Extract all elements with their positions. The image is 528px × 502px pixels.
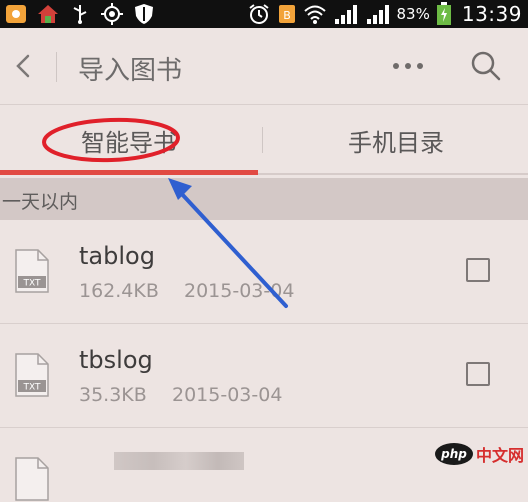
- clock: 13:39: [461, 2, 522, 26]
- file-checkbox[interactable]: [466, 362, 490, 386]
- file-name: tbslog: [79, 346, 153, 374]
- txt-file-icon: TXT: [15, 353, 49, 397]
- page-title: 导入图书: [78, 56, 183, 86]
- file-checkbox[interactable]: [466, 258, 490, 282]
- status-bar: B 83% 13:39: [0, 0, 528, 28]
- more-options-icon[interactable]: [388, 54, 428, 78]
- txt-file-icon: TXT: [15, 249, 49, 293]
- signal-icon: [334, 5, 357, 24]
- watermark-logo: php: [434, 443, 473, 465]
- shield-icon: [135, 4, 153, 24]
- file-date: 2015-03-04: [172, 384, 283, 406]
- section-label: 一天以内: [2, 191, 79, 213]
- watermark-logo-text: php: [441, 447, 467, 461]
- alarm-icon: [248, 4, 269, 24]
- tab-phone-directory-label: 手机目录: [348, 128, 444, 157]
- battery-percent: 83%: [396, 5, 430, 23]
- home-icon: [38, 5, 58, 23]
- tab-smart-import-label: 智能导书: [81, 128, 177, 157]
- tab-bar: 智能导书 手机目录: [0, 105, 528, 175]
- usb-icon: [73, 5, 87, 24]
- svg-text:B: B: [283, 9, 291, 22]
- app-icon: [6, 5, 26, 23]
- list-item[interactable]: TXT tablog 162.4KB 2015-03-04: [0, 220, 528, 324]
- search-icon[interactable]: [466, 46, 506, 86]
- section-header: 一天以内: [0, 178, 528, 220]
- back-arrow-icon[interactable]: [6, 48, 42, 84]
- active-tab-indicator: [0, 170, 258, 175]
- wifi-icon: [303, 5, 326, 24]
- doc-icon: B: [278, 5, 295, 23]
- tab-smart-import[interactable]: 智能导书: [0, 105, 258, 175]
- file-type-label: TXT: [22, 279, 41, 289]
- file-date: 2015-03-04: [184, 280, 295, 302]
- list-item[interactable]: TXT tbslog 35.3KB 2015-03-04: [0, 324, 528, 428]
- tab-phone-directory[interactable]: 手机目录: [264, 105, 528, 175]
- gps-icon: [101, 3, 123, 25]
- file-size: 162.4KB: [79, 280, 159, 302]
- signal-icon-2: [366, 5, 389, 24]
- file-type-label: TXT: [22, 383, 41, 393]
- file-name: tablog: [79, 242, 155, 270]
- txt-file-icon: [15, 457, 49, 501]
- app-bar: 导入图书: [0, 28, 528, 104]
- app-bar-divider: [56, 52, 57, 82]
- blurred-file-name: [114, 452, 244, 470]
- tab-separator: [262, 127, 263, 153]
- battery-icon: [436, 2, 451, 25]
- watermark: php 中文网: [434, 442, 524, 466]
- watermark-text: 中文网: [475, 446, 524, 465]
- file-size: 35.3KB: [79, 384, 147, 406]
